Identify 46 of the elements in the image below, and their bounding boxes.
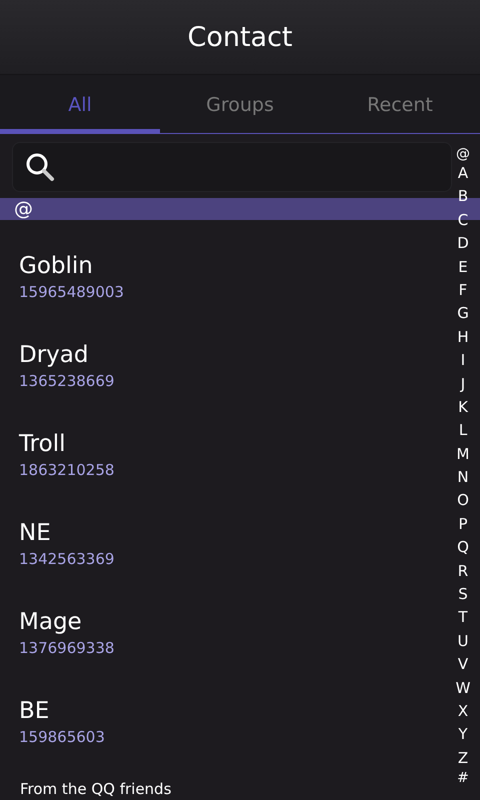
contact-name[interactable]: Troll	[19, 430, 66, 456]
index-letter[interactable]: S	[458, 583, 468, 606]
index-letter[interactable]: X	[458, 700, 468, 724]
index-letter[interactable]: O	[457, 489, 469, 513]
contact-name[interactable]: BE	[19, 698, 50, 724]
window-title: Contact	[187, 22, 293, 52]
index-letter[interactable]: V	[458, 653, 468, 677]
index-letter[interactable]: L	[458, 419, 468, 443]
index-letter[interactable]: @	[456, 146, 470, 162]
index-letter[interactable]: A	[458, 162, 468, 186]
phone-number: 159865603	[19, 728, 105, 746]
index-letter[interactable]: #	[457, 770, 469, 786]
contact-name[interactable]: NE	[19, 520, 51, 546]
phone-number: 1342563369	[19, 550, 114, 568]
index-letter[interactable]: T	[458, 606, 468, 630]
index-letter[interactable]: E	[458, 256, 468, 279]
index-letter[interactable]: K	[458, 396, 468, 420]
search-field[interactable]	[12, 142, 452, 192]
phone-number: 1863210258	[19, 460, 114, 478]
contact-name[interactable]: Mage	[19, 608, 82, 634]
index-letter[interactable]: D	[457, 232, 469, 256]
index-letter[interactable]: H	[457, 326, 469, 350]
index-letter[interactable]: R	[458, 560, 468, 584]
contact-name[interactable]: Dryad	[19, 342, 88, 368]
phone-number: 1376969338	[19, 638, 114, 656]
index-letter[interactable]: P	[458, 512, 468, 536]
index-letter[interactable]: W	[456, 676, 470, 700]
search-icon	[25, 152, 55, 182]
index-letter[interactable]: F	[458, 278, 468, 302]
index-letter[interactable]: M	[456, 442, 470, 466]
index-letter[interactable]: U	[458, 630, 468, 654]
index-letter[interactable]: I	[460, 349, 466, 373]
contact-name[interactable]: Goblin	[19, 252, 93, 278]
index-letter[interactable]: G	[457, 302, 469, 326]
index-letter[interactable]: N	[457, 466, 469, 490]
index-letter[interactable]: Z	[458, 746, 468, 770]
tab[interactable]: Recent	[320, 75, 480, 133]
index-letter[interactable]: Q	[457, 536, 469, 560]
index-letter[interactable]: J	[460, 372, 466, 396]
tab[interactable]: Groups	[160, 75, 320, 133]
section-label: From the QQ friends	[20, 780, 172, 798]
phone-number: 15965489003	[19, 282, 124, 300]
index-letter[interactable]: C	[458, 208, 468, 232]
index-letter[interactable]: B	[458, 185, 468, 209]
phone-number: 1365238669	[19, 372, 114, 390]
index-letter[interactable]: Y	[458, 723, 468, 747]
